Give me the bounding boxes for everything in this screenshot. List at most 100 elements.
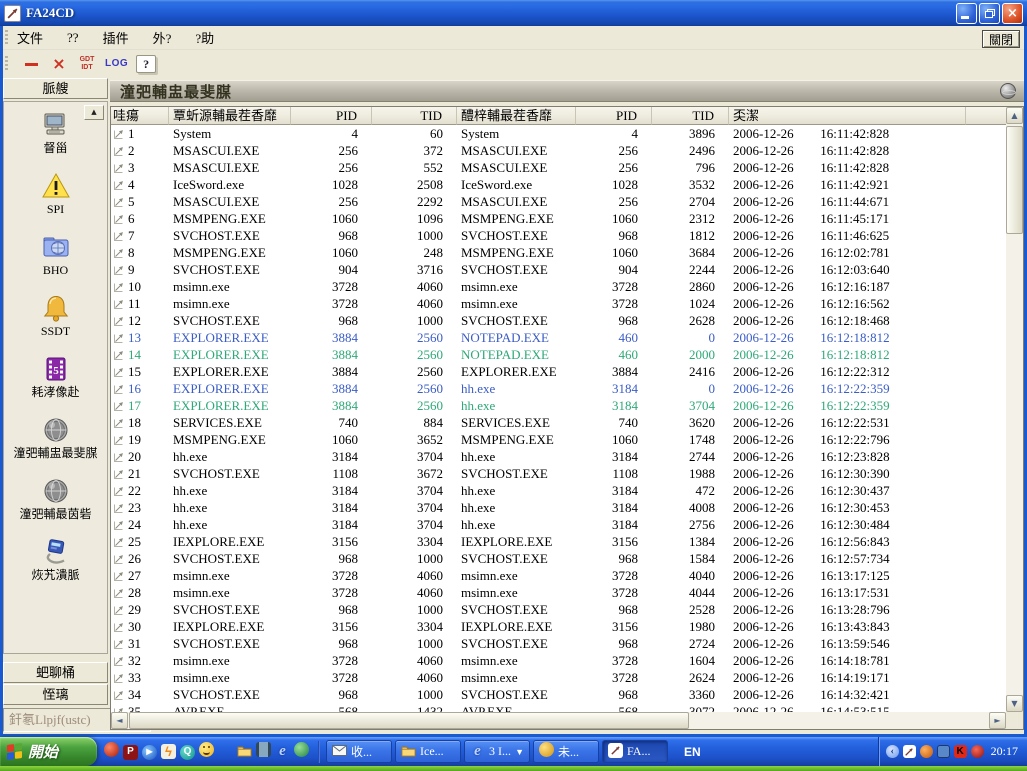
table-row[interactable]: 4 IceSword.exe 1028 2508 IceSword.exe 10… [111,176,1006,193]
p2p-icon[interactable]: P [123,743,138,760]
minimize-button[interactable] [956,3,977,24]
column-header-time[interactable]: 奀潔 [729,107,966,125]
media-player-icon[interactable]: ▶ [142,743,157,760]
table-row[interactable]: 23 hh.exe 3184 3704 hh.exe 3184 4008 200… [111,499,1006,516]
start-button[interactable]: 開始 [0,737,97,766]
menu-grip[interactable] [5,30,8,46]
table-row[interactable]: 10 msimn.exe 3728 4060 msimn.exe 3728 28… [111,278,1006,295]
horizontal-scrollbar[interactable]: ◄ ► [111,712,1006,729]
table-row[interactable]: 20 hh.exe 3184 3704 hh.exe 3184 2744 200… [111,448,1006,465]
taskbar-task-button[interactable]: 未... [533,740,599,763]
table-row[interactable]: 13 EXPLORER.EXE 3884 2560 NOTEPAD.EXE 46… [111,329,1006,346]
column-header-index[interactable]: 哇瘍 [111,107,169,125]
column-header-target-pid[interactable]: PID [576,107,652,125]
close-button[interactable]: × [1002,3,1023,24]
chevron-left-icon[interactable]: ‹ [886,745,899,758]
scroll-left-arrow[interactable]: ◄ [111,712,128,729]
table-row[interactable]: 26 SVCHOST.EXE 968 1000 SVCHOST.EXE 968 … [111,550,1006,567]
table-row[interactable]: 3 MSASCUI.EXE 256 552 MSASCUI.EXE 256 79… [111,159,1006,176]
table-row[interactable]: 35 AVP.EXE 568 1432 AVP.EXE 568 3072 200… [111,703,1006,712]
table-row[interactable]: 16 EXPLORER.EXE 3884 2560 hh.exe 3184 0 … [111,380,1006,397]
minimize-tool-button[interactable] [21,54,41,74]
folder-icon[interactable] [237,743,252,761]
close-window-button[interactable]: 關閉 [982,30,1020,48]
menu-item[interactable]: 插件 [99,26,133,49]
scroll-right-arrow[interactable]: ► [989,712,1006,729]
log-button[interactable]: LOG [105,54,128,74]
taskbar-task-button[interactable]: e 3 I... ▼ [464,740,530,763]
column-header-target-tid[interactable]: TID [652,107,729,125]
menu-item[interactable]: ?? [63,28,83,48]
table-row[interactable]: 6 MSMPENG.EXE 1060 1096 MSMPENG.EXE 1060… [111,210,1006,227]
kaspersky-icon[interactable] [104,742,119,761]
taskbar-task-button[interactable]: 收... [326,740,392,763]
column-header-source-pid[interactable]: PID [291,107,372,125]
table-row[interactable]: 29 SVCHOST.EXE 968 1000 SVCHOST.EXE 968 … [111,601,1006,618]
column-header-target-process[interactable]: 醴梓輔最茬香靡 [457,107,576,125]
toolbar-grip[interactable] [5,56,8,72]
gdt-idt-button[interactable]: GDTIDT [77,54,97,74]
table-row[interactable]: 18 SERVICES.EXE 740 884 SERVICES.EXE 740… [111,414,1006,431]
horizontal-scroll-thumb[interactable] [129,712,689,729]
taskbar-task-button[interactable]: FA... [602,740,668,763]
table-row[interactable]: 7 SVCHOST.EXE 968 1000 SVCHOST.EXE 968 1… [111,227,1006,244]
column-header-source-process[interactable]: 覃蚚源輔最茬香靡 [169,107,291,125]
q-icon[interactable]: Q [180,743,195,760]
table-row[interactable]: 27 msimn.exe 3728 4060 msimn.exe 3728 40… [111,567,1006,584]
table-row[interactable]: 22 hh.exe 3184 3704 hh.exe 3184 472 2006… [111,482,1006,499]
table-row[interactable]: 21 SVCHOST.EXE 1108 3672 SVCHOST.EXE 110… [111,465,1006,482]
column-header-source-tid[interactable]: TID [372,107,457,125]
taskbar-task-button[interactable]: Ice... [395,740,461,763]
sidebar-bottom-button[interactable]: 恎璃 [3,684,108,705]
restore-button[interactable] [979,3,1000,24]
table-row[interactable]: 17 EXPLORER.EXE 3884 2560 hh.exe 3184 37… [111,397,1006,414]
smiley-icon[interactable] [199,742,214,761]
table-row[interactable]: 19 MSMPENG.EXE 1060 3652 MSMPENG.EXE 106… [111,431,1006,448]
sidebar-item[interactable]: 潼弝輔盅最斐腜 [4,415,107,460]
network-tray-icon[interactable] [937,745,950,758]
scroll-up-button[interactable]: ▲ [84,105,104,120]
sidebar-item[interactable]: 5 耗涍像赴 [4,354,107,399]
vertical-scrollbar[interactable]: ▲ ▼ [1006,107,1023,712]
menu-item[interactable]: ?助 [191,26,218,49]
sidebar-item[interactable]: 烣艽潰脈 [4,537,107,582]
update-icon[interactable] [294,742,309,761]
help-button[interactable]: ? [136,55,156,73]
table-row[interactable]: 25 IEXPLORE.EXE 3156 3304 IEXPLORE.EXE 3… [111,533,1006,550]
table-row[interactable]: 14 EXPLORER.EXE 3884 2560 NOTEPAD.EXE 46… [111,346,1006,363]
scroll-up-arrow[interactable]: ▲ [1006,107,1023,124]
moviemaker-icon[interactable] [256,742,271,761]
table-row[interactable]: 9 SVCHOST.EXE 904 3716 SVCHOST.EXE 904 2… [111,261,1006,278]
winamp-icon[interactable]: ϟ [161,744,176,760]
table-row[interactable]: 32 msimn.exe 3728 4060 msimn.exe 3728 16… [111,652,1006,669]
table-row[interactable]: 12 SVCHOST.EXE 968 1000 SVCHOST.EXE 968 … [111,312,1006,329]
sidebar-bottom-button[interactable]: 蚆聊桶 [3,662,108,683]
sidebar-item[interactable]: BHO [4,232,107,277]
sidebar-item[interactable]: SPI [4,171,107,216]
table-row[interactable]: 24 hh.exe 3184 3704 hh.exe 3184 2756 200… [111,516,1006,533]
table-row[interactable]: 15 EXPLORER.EXE 3884 2560 EXPLORER.EXE 3… [111,363,1006,380]
table-row[interactable]: 8 MSMPENG.EXE 1060 248 MSMPENG.EXE 1060 … [111,244,1006,261]
fox-tray-icon[interactable] [920,745,933,758]
kaspersky-tray-icon[interactable]: K [954,745,967,758]
menu-item[interactable]: 外? [149,26,176,49]
table-row[interactable]: 34 SVCHOST.EXE 968 1000 SVCHOST.EXE 968 … [111,686,1006,703]
agent-tray-icon[interactable] [971,745,984,758]
language-indicator[interactable]: EN [684,745,701,759]
table-row[interactable]: 28 msimn.exe 3728 4060 msimn.exe 3728 40… [111,584,1006,601]
table-row[interactable]: 2 MSASCUI.EXE 256 372 MSASCUI.EXE 256 24… [111,142,1006,159]
table-row[interactable]: 31 SVCHOST.EXE 968 1000 SVCHOST.EXE 968 … [111,635,1006,652]
scroll-down-arrow[interactable]: ▼ [1006,695,1023,712]
sidebar-header-button[interactable]: 脈艘 [3,78,108,99]
delete-tool-button[interactable]: × [49,54,69,74]
table-row[interactable]: 5 MSASCUI.EXE 256 2292 MSASCUI.EXE 256 2… [111,193,1006,210]
menu-item[interactable]: 文件 [13,26,47,49]
ie-icon[interactable]: e [275,744,290,759]
msn-icon[interactable] [218,740,233,763]
sword-tray-icon[interactable] [903,745,916,758]
vertical-scroll-thumb[interactable] [1006,126,1023,234]
table-row[interactable]: 1 System 4 60 System 4 3896 2006-12-26 1… [111,125,1006,142]
table-row[interactable]: 11 msimn.exe 3728 4060 msimn.exe 3728 10… [111,295,1006,312]
table-row[interactable]: 33 msimn.exe 3728 4060 msimn.exe 3728 26… [111,669,1006,686]
sidebar-item[interactable]: SSDT [4,293,107,338]
